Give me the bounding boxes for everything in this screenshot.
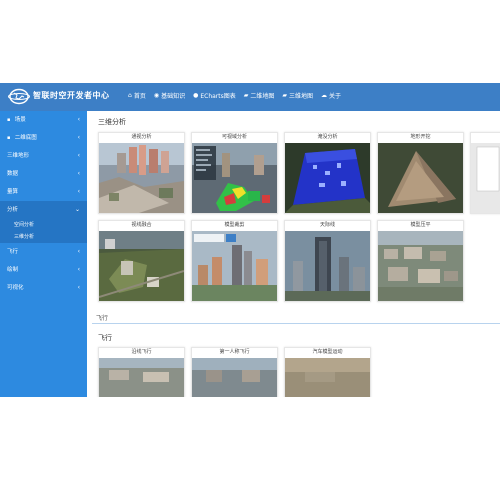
echarts-icon: ● <box>193 92 199 99</box>
nav-label: 首页 <box>133 93 146 100</box>
sidebar-subitem-spatial-analysis[interactable]: 空间分析 <box>0 219 87 231</box>
sidebar: ▪ 场景 ‹ ▪ 二维底图 ‹ 三维地形 ‹ 数据 ‹ 量算 ‹ 分析 ⌄ 空间… <box>0 111 87 397</box>
card-terrain-excavation[interactable]: 地形开挖 <box>377 132 464 214</box>
sidebar-item-label: 飞行 <box>7 249 19 255</box>
chevron-left-icon: ‹ <box>77 152 80 159</box>
nav-label: 基础知识 <box>161 93 186 100</box>
layers-icon: ▪ <box>7 135 11 141</box>
card-title: 模型裁剪 <box>224 222 245 228</box>
sidebar-item-data[interactable]: 数据 ‹ <box>0 165 87 183</box>
map-icon: ▰ <box>243 92 249 99</box>
thumbnail-image <box>192 143 277 213</box>
nav-basics[interactable]: ◉ 基础知识 <box>154 91 185 100</box>
main-content: 三维分析 通视分析 可视域分析 淹没分析 地形开挖 视线融合 模型裁剪 天际线 … <box>92 111 500 397</box>
sidebar-item-label: 三维地形 <box>7 153 30 159</box>
chevron-left-icon: ‹ <box>77 116 80 123</box>
section-title-flight: 飞行 <box>98 334 112 342</box>
sidebar-item-3d-terrain[interactable]: 三维地形 ‹ <box>0 147 87 165</box>
card-title: 第一人称飞行 <box>219 349 250 355</box>
sidebar-item-draw[interactable]: 绘制 ‹ <box>0 261 87 279</box>
chevron-left-icon: ‹ <box>77 248 80 255</box>
sidebar-item-label: 分析 <box>7 207 19 213</box>
section-title-3d-analysis: 三维分析 <box>98 118 126 126</box>
thumbnail-image <box>471 143 500 213</box>
sidebar-subitem-3d-analysis[interactable]: 三维分析 <box>0 231 87 243</box>
sidebar-item-visualization[interactable]: 可视化 ‹ <box>0 279 87 297</box>
card-partial[interactable] <box>470 132 500 214</box>
card-title: 汽车模型运动 <box>312 349 343 355</box>
chevron-left-icon: ‹ <box>77 284 80 291</box>
nav-3d-map[interactable]: ▰ 三维地图 <box>282 91 313 100</box>
eye-icon: ◉ <box>153 92 160 99</box>
thumbnail-image <box>378 231 463 301</box>
thumbnail-image <box>99 231 184 301</box>
card-title: 可视域分析 <box>221 134 247 140</box>
sidebar-item-label: 可视化 <box>7 285 24 291</box>
chevron-left-icon: ‹ <box>77 134 80 141</box>
thumbnail-image <box>378 143 463 213</box>
card-video-fusion[interactable]: 视线融合 <box>98 220 185 302</box>
chevron-left-icon: ‹ <box>77 170 80 177</box>
app-window: 智联时空开发者中心 ⌂ 首页 ◉ 基础知识 ● ECharts图表 ▰ 二维地图… <box>0 83 500 397</box>
sidebar-item-measure[interactable]: 量算 ‹ <box>0 183 87 201</box>
card-title: 天际线 <box>319 222 335 228</box>
globe-logo-icon[interactable] <box>8 88 30 105</box>
home-icon: ⌂ <box>128 92 132 99</box>
card-skyline[interactable]: 天际线 <box>284 220 371 302</box>
folder-icon: ▪ <box>7 117 11 123</box>
nav-about[interactable]: ☁ 关于 <box>321 91 341 100</box>
card-model-clipping[interactable]: 模型裁剪 <box>191 220 278 302</box>
card-model-flatten[interactable]: 模型压平 <box>377 220 464 302</box>
top-header: 智联时空开发者中心 ⌂ 首页 ◉ 基础知识 ● ECharts图表 ▰ 二维地图… <box>0 83 500 111</box>
card-title: 沿线飞行 <box>131 349 152 355</box>
sidebar-item-2d-basemap[interactable]: ▪ 二维底图 ‹ <box>0 129 87 147</box>
thumbnail-image <box>192 358 277 397</box>
sidebar-item-label: 绘制 <box>7 267 19 273</box>
sidebar-item-label: 量算 <box>7 189 19 195</box>
sidebar-item-scene[interactable]: ▪ 场景 ‹ <box>0 111 87 129</box>
nav-label: 三维地图 <box>289 93 314 100</box>
app-title: 智联时空开发者中心 <box>33 91 110 100</box>
card-flood[interactable]: 淹没分析 <box>284 132 371 214</box>
card-title: 淹没分析 <box>317 134 338 140</box>
nav-label: 关于 <box>329 93 342 100</box>
thumbnail-image <box>99 358 184 397</box>
cloud-icon: ☁ <box>321 92 328 99</box>
section-divider <box>92 323 500 324</box>
sidebar-item-label: 二维底图 <box>14 135 37 141</box>
sidebar-subitem-label: 三维分析 <box>14 234 35 240</box>
nav-echarts[interactable]: ● ECharts图表 <box>193 91 236 100</box>
card-title: 地形开挖 <box>410 134 431 140</box>
nav-label: ECharts图表 <box>200 93 236 100</box>
sidebar-item-label: 数据 <box>7 171 19 177</box>
thumbnail-image <box>192 231 277 301</box>
thumbnail-image <box>99 143 184 213</box>
map-icon: ▰ <box>282 92 288 99</box>
chevron-left-icon: ‹ <box>77 188 80 195</box>
card-viewshed[interactable]: 可视域分析 <box>191 132 278 214</box>
top-nav: ⌂ 首页 ◉ 基础知识 ● ECharts图表 ▰ 二维地图 ▰ 三维地图 ☁ … <box>128 91 341 100</box>
card-line-of-sight[interactable]: 通视分析 <box>98 132 185 214</box>
chevron-down-icon: ⌄ <box>74 206 80 213</box>
card-vehicle-motion[interactable]: 汽车模型运动 <box>284 347 371 397</box>
thumbnail-image <box>285 358 370 397</box>
card-path-flight[interactable]: 沿线飞行 <box>98 347 185 397</box>
card-first-person-flight[interactable]: 第一人称飞行 <box>191 347 278 397</box>
nav-label: 二维地图 <box>250 93 275 100</box>
sidebar-item-label: 场景 <box>14 117 26 123</box>
nav-2d-map[interactable]: ▰ 二维地图 <box>244 91 275 100</box>
sidebar-item-analysis[interactable]: 分析 ⌄ <box>0 201 87 219</box>
chevron-left-icon: ‹ <box>77 266 80 273</box>
sidebar-subitem-label: 空间分析 <box>14 222 35 228</box>
thumbnail-image <box>285 143 370 213</box>
sidebar-item-flight[interactable]: 飞行 ‹ <box>0 243 87 261</box>
card-title: 模型压平 <box>410 222 431 228</box>
card-title: 视线融合 <box>131 222 152 228</box>
nav-home[interactable]: ⌂ 首页 <box>128 91 146 100</box>
card-title: 通视分析 <box>131 134 152 140</box>
thumbnail-image <box>285 231 370 301</box>
divider-label: 飞行 <box>96 315 109 322</box>
